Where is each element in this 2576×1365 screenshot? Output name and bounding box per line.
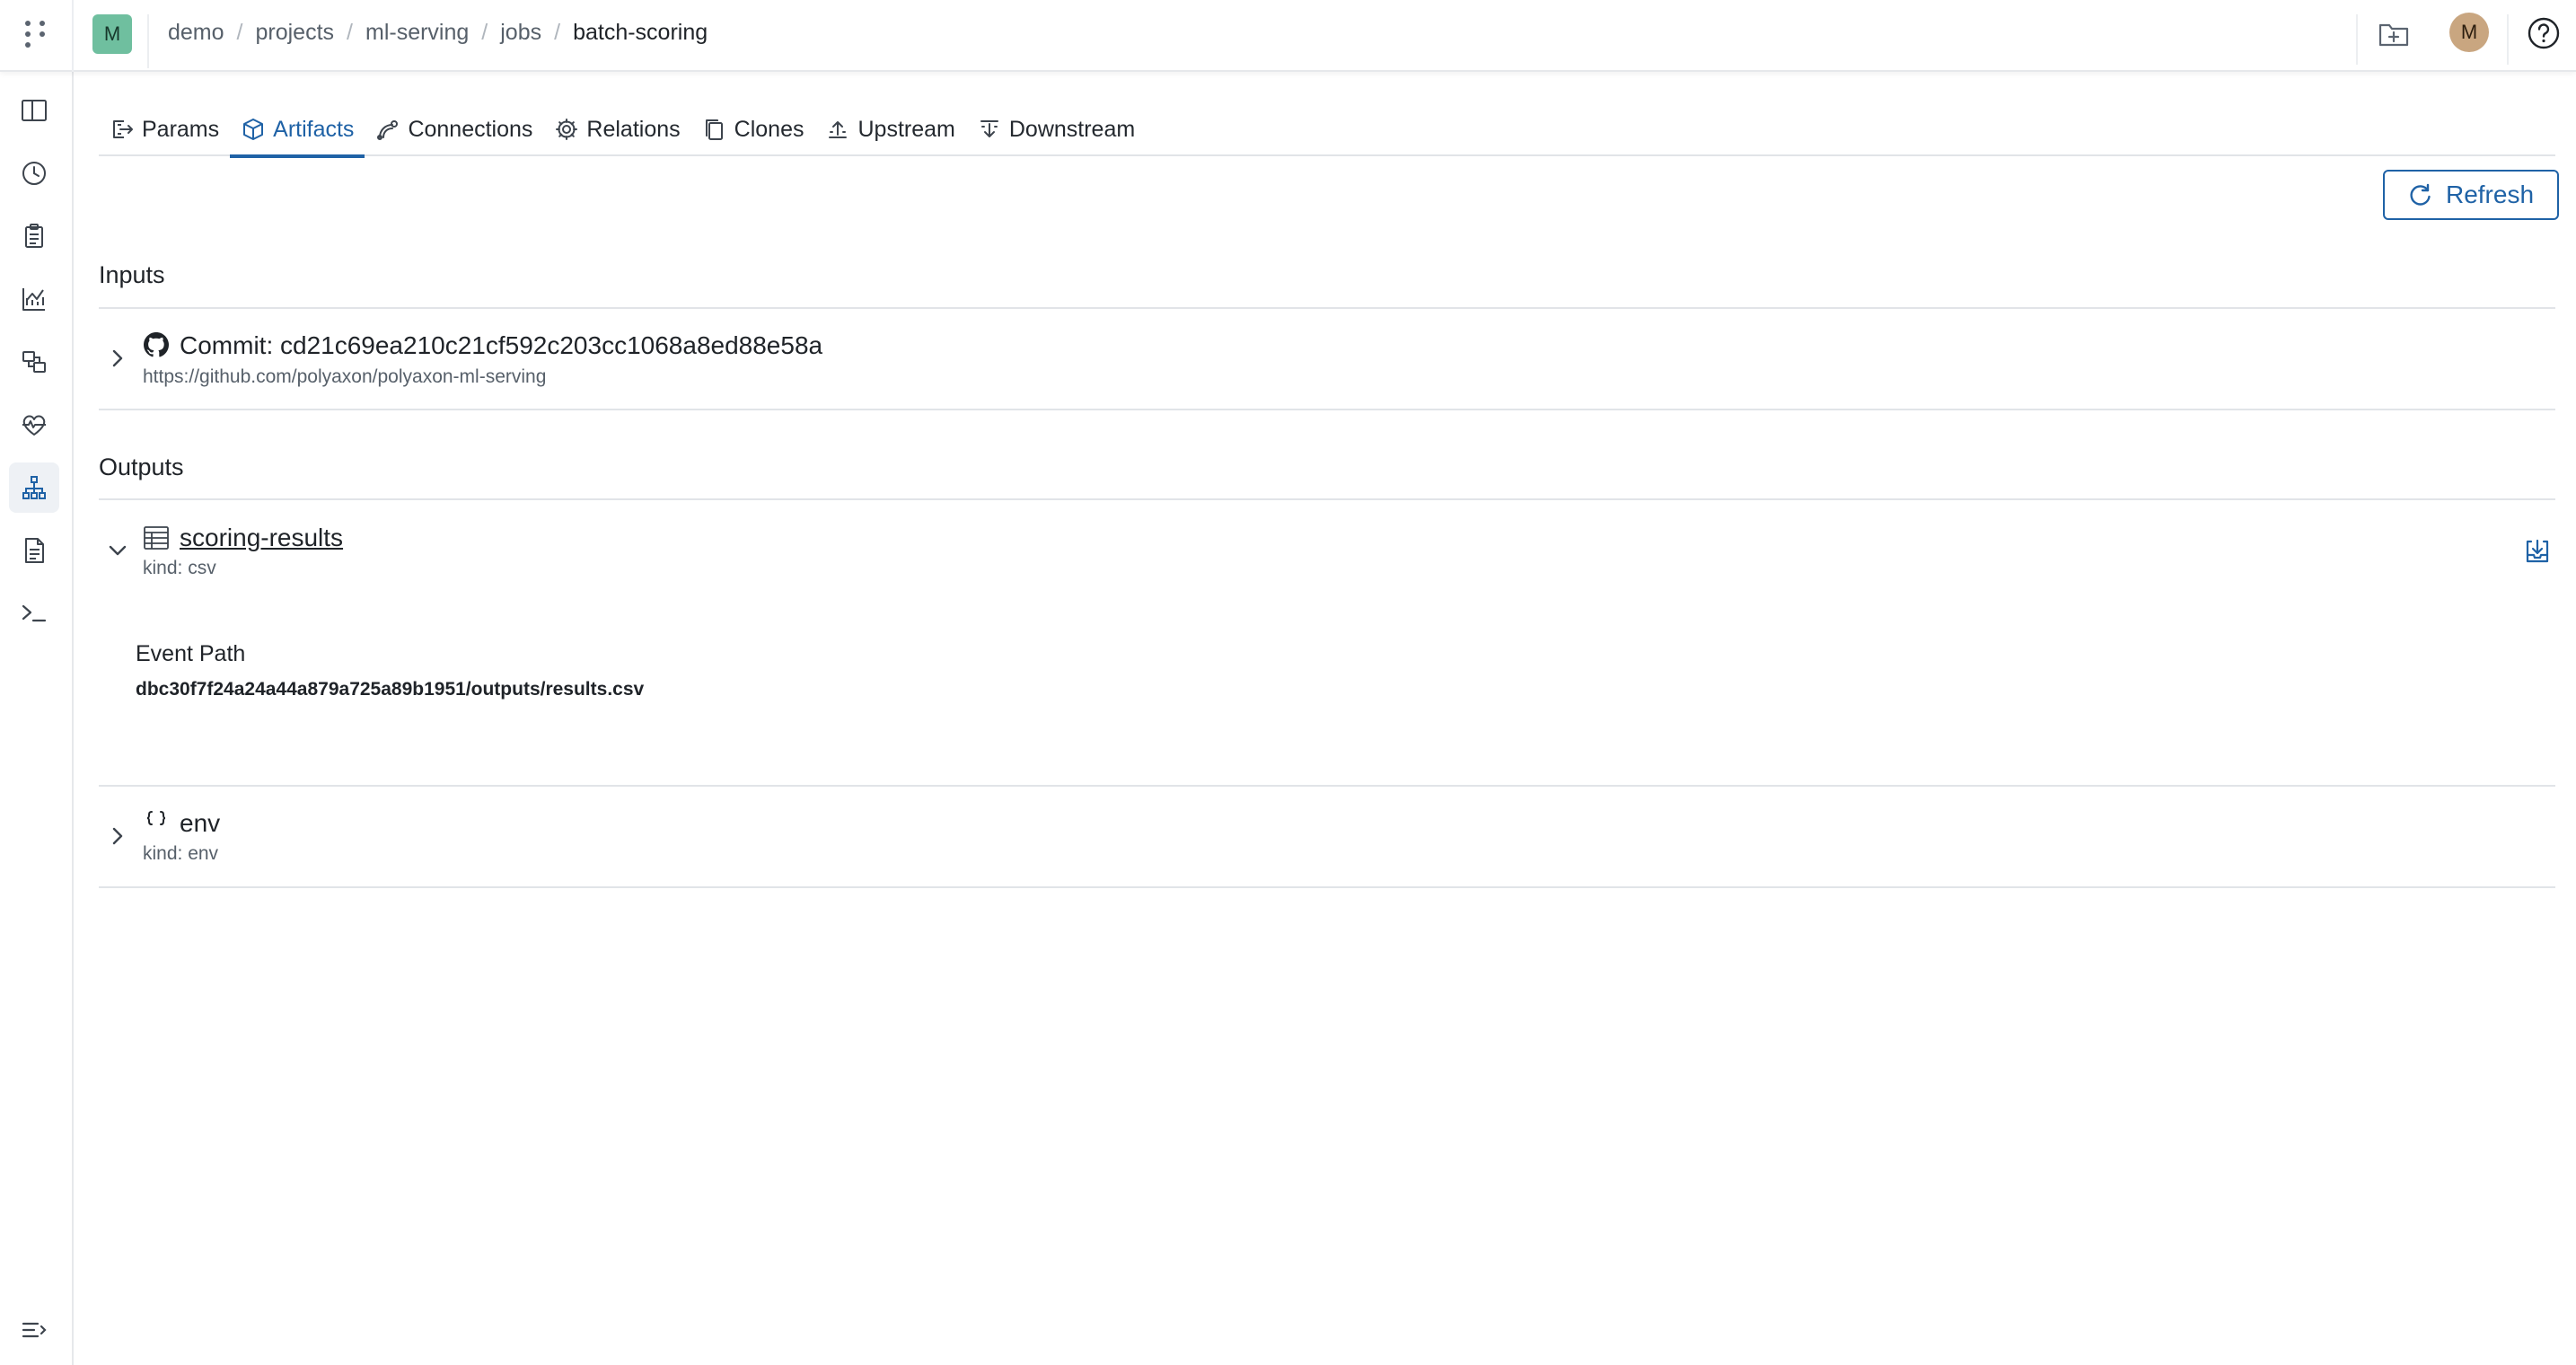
breadcrumb-separator: / [347,19,353,45]
document-icon [25,538,44,563]
refresh-label: Refresh [2445,181,2535,208]
sidebar-item-history[interactable] [9,148,59,198]
commit-title: Commit: cd21c69ea210c21cf592c203cc1068a8… [180,331,823,359]
panel-icon [22,100,47,121]
tab-params[interactable]: Params [99,102,230,156]
tab-downstream[interactable]: Downstream [966,102,1146,156]
sidebar-item-monitoring[interactable] [9,400,59,450]
collapse-menu-icon [22,1322,47,1338]
outputs-section-title: Outputs [99,454,184,480]
tab-label: Artifacts [273,116,355,142]
org-avatar[interactable]: M [92,14,132,54]
user-avatar[interactable]: M [2449,13,2489,52]
lineage-icon [22,476,46,499]
breadcrumb-separator: / [554,19,561,45]
tab-upstream[interactable]: Upstream [814,102,965,156]
refresh-button[interactable]: Refresh [2383,170,2559,220]
downstream-icon [980,120,998,137]
tab-label: Downstream [1008,116,1136,142]
divider [99,307,2555,309]
help-icon[interactable] [2525,14,2563,52]
breadcrumb-item-demo[interactable]: demo [168,20,224,46]
tab-clones[interactable]: Clones [691,102,815,156]
breadcrumb: demo / projects / ml-serving / jobs / ba… [168,0,708,65]
artifacts-icon [22,351,46,373]
tab-label: Upstream [857,116,955,142]
sidebar [0,72,74,1365]
artifact-name-link[interactable]: scoring-results [180,524,343,552]
artifact-kind: kind: env [143,843,219,864]
breadcrumb-item-project[interactable]: ml-serving [365,20,469,46]
divider [99,886,2555,888]
artifact-kind: kind: csv [143,558,216,578]
clones-icon [705,119,723,140]
chevron-right-icon[interactable] [102,821,133,851]
divider [99,785,2555,787]
breadcrumb-separator: / [236,19,243,45]
download-icon[interactable] [2523,537,2552,566]
upstream-icon [829,121,848,138]
tabs: Params Artifacts Connections Relations C… [99,102,2555,158]
gear-icon [556,119,578,140]
top-bar: M demo / projects / ml-serving / jobs / … [0,0,2576,72]
inputs-section-title: Inputs [99,261,165,288]
braces-icon [142,806,171,835]
table-icon [142,524,171,552]
divider [2356,14,2358,65]
chevron-right-icon[interactable] [102,343,133,374]
divider [99,498,2555,500]
github-icon [142,330,171,359]
divider [99,409,2555,410]
clock-icon [22,162,46,185]
refresh-icon [2410,183,2431,206]
sidebar-item-terminal[interactable] [9,588,59,638]
heartbeat-icon [22,415,46,436]
chevron-down-icon[interactable] [102,535,133,566]
breadcrumb-separator: / [481,19,488,45]
tab-label: Clones [734,116,804,142]
sidebar-item-details[interactable] [9,525,59,576]
tab-label: Params [142,116,220,142]
breadcrumb-item-projects[interactable]: projects [256,20,335,46]
event-path-value: dbc30f7f24a24a44a879a725a89b1951/outputs… [136,679,645,700]
chart-icon [22,288,45,311]
sidebar-item-overview[interactable] [9,85,59,136]
apps-grid-icon[interactable] [20,16,50,52]
divider [2507,14,2509,65]
tab-artifacts[interactable]: Artifacts [230,102,365,158]
params-icon [113,120,133,138]
divider [72,0,74,72]
terminal-icon [22,604,47,622]
sidebar-item-artifacts[interactable] [9,337,59,387]
artifacts-icon [243,119,264,140]
artifact-name: env [180,809,221,837]
commit-repo-url[interactable]: https://github.com/polyaxon/polyaxon-ml-… [143,366,546,388]
event-path-label: Event Path [136,641,246,666]
clipboard-icon [25,224,43,248]
connections-icon [377,120,399,140]
tab-label: Connections [408,116,533,142]
breadcrumb-item-jobs[interactable]: jobs [500,20,541,46]
breadcrumb-current: batch-scoring [573,19,708,45]
sidebar-item-lineage[interactable] [9,462,59,513]
tab-label: Relations [586,116,681,142]
divider [147,14,149,68]
new-folder-icon[interactable] [2376,16,2412,52]
sidebar-item-logs[interactable] [9,211,59,261]
tab-relations[interactable]: Relations [543,102,690,156]
sidebar-item-dashboards[interactable] [9,274,59,324]
sidebar-collapse-button[interactable] [9,1305,59,1355]
tab-connections[interactable]: Connections [365,102,543,156]
